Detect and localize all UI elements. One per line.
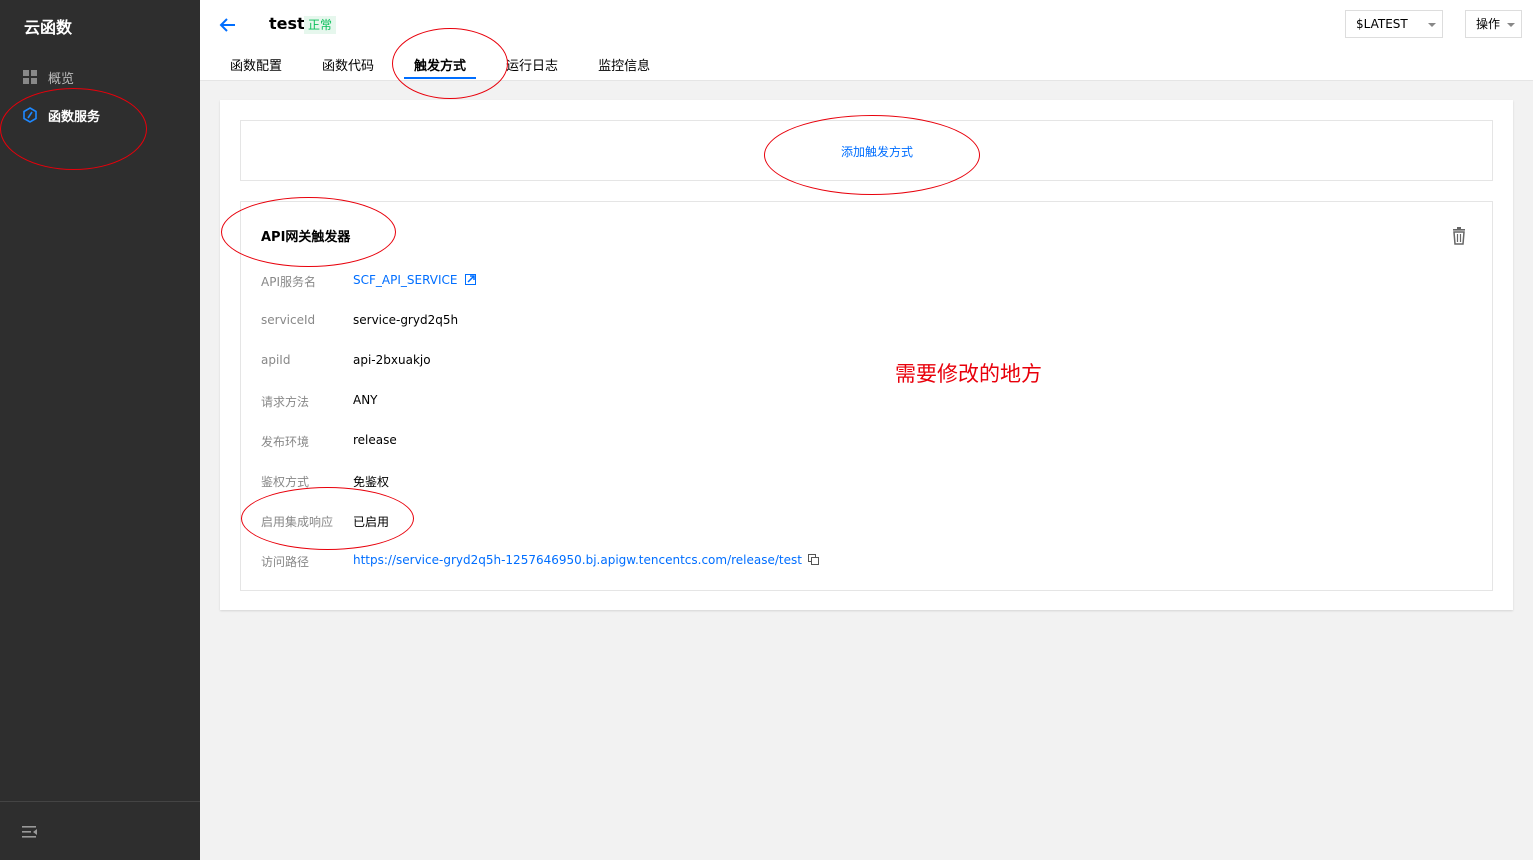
auth-type-value: 免鉴权 bbox=[353, 475, 390, 489]
sidebar-item-overview[interactable]: 概览 bbox=[22, 67, 74, 87]
service-id-value: service-gryd2q5h bbox=[353, 313, 459, 327]
function-icon bbox=[22, 107, 38, 123]
tab-function-code[interactable]: 函数代码 bbox=[322, 55, 374, 80]
release-env-value: release bbox=[353, 433, 397, 447]
access-path-link[interactable]: https://service-gryd2q5h-1257646950.bj.a… bbox=[353, 553, 819, 568]
add-trigger-area: 添加触发方式 bbox=[240, 120, 1493, 181]
api-service-name-link[interactable]: SCF_API_SERVICE bbox=[353, 273, 477, 288]
version-select[interactable]: $LATEST bbox=[1345, 10, 1443, 38]
trigger-title: API网关触发器 bbox=[261, 230, 351, 245]
tab-triggers[interactable]: 触发方式 bbox=[404, 55, 477, 80]
sidebar: 云函数 概览 函数服务 bbox=[0, 0, 200, 860]
release-env-label: 发布环境 bbox=[261, 435, 310, 449]
integration-response-value: 已启用 bbox=[353, 515, 390, 529]
add-trigger-link[interactable]: 添加触发方式 bbox=[841, 143, 913, 160]
annotation-text: 需要修改的地方 bbox=[895, 362, 1042, 386]
api-id-label: apiId bbox=[261, 353, 291, 367]
tab-run-logs[interactable]: 运行日志 bbox=[506, 55, 558, 80]
page-header: test 正常 函数配置 函数代码 触发方式 运行日志 监控信息 $LATEST… bbox=[200, 0, 1533, 81]
trigger-card: 添加触发方式 API网关触发器 API服务名 SCF_API_SERVICE s… bbox=[220, 100, 1513, 610]
tab-bar: 函数配置 函数代码 触发方式 运行日志 监控信息 bbox=[230, 55, 690, 80]
operations-button[interactable]: 操作 bbox=[1465, 10, 1522, 38]
api-gateway-trigger-panel: API网关触发器 API服务名 SCF_API_SERVICE serviceI… bbox=[240, 201, 1493, 591]
sidebar-item-label: 函数服务 bbox=[48, 109, 101, 125]
tab-function-config[interactable]: 函数配置 bbox=[230, 55, 282, 80]
request-method-label: 请求方法 bbox=[261, 395, 310, 409]
collapse-sidebar-icon[interactable] bbox=[22, 824, 38, 838]
operations-button-label: 操作 bbox=[1476, 17, 1501, 31]
version-select-value: $LATEST bbox=[1356, 17, 1408, 31]
tab-monitoring[interactable]: 监控信息 bbox=[598, 55, 650, 80]
chevron-down-icon bbox=[1507, 23, 1515, 27]
sidebar-footer bbox=[0, 801, 200, 860]
status-badge: 正常 bbox=[304, 16, 337, 34]
api-service-name-label: API服务名 bbox=[261, 275, 316, 289]
auth-type-label: 鉴权方式 bbox=[261, 475, 310, 489]
request-method-value: ANY bbox=[353, 393, 378, 407]
access-path-value: https://service-gryd2q5h-1257646950.bj.a… bbox=[353, 553, 802, 567]
sidebar-item-function-service[interactable]: 函数服务 bbox=[22, 105, 100, 125]
api-service-name-value: SCF_API_SERVICE bbox=[353, 273, 458, 287]
sidebar-item-label: 概览 bbox=[48, 71, 75, 87]
api-id-value: api-2bxuakjo bbox=[353, 353, 431, 367]
copy-icon[interactable] bbox=[807, 553, 819, 568]
back-arrow-icon[interactable] bbox=[218, 15, 238, 35]
function-name: test bbox=[269, 14, 305, 33]
grid-icon bbox=[22, 69, 38, 85]
external-link-icon bbox=[465, 273, 477, 288]
access-path-label: 访问路径 bbox=[261, 555, 310, 569]
chevron-down-icon bbox=[1428, 23, 1436, 27]
integration-response-label: 启用集成响应 bbox=[261, 515, 334, 529]
trash-icon[interactable] bbox=[1451, 227, 1467, 245]
sidebar-title: 云函数 bbox=[24, 18, 73, 37]
service-id-label: serviceId bbox=[261, 313, 316, 327]
